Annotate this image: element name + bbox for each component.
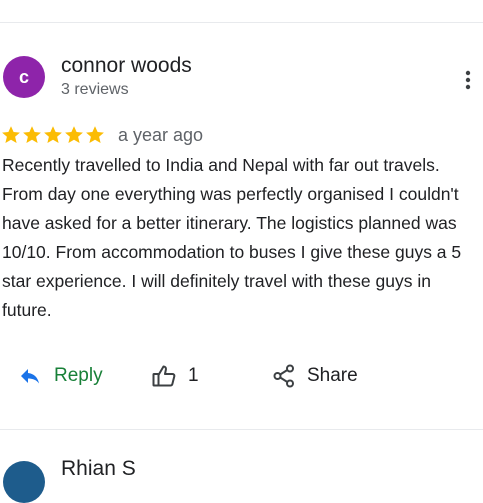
like-button[interactable]: 1 — [152, 360, 199, 392]
more-options-button[interactable] — [456, 66, 480, 94]
share-icon — [273, 364, 294, 388]
more-vert-icon — [465, 70, 471, 90]
star-icon — [86, 126, 104, 143]
like-count: 1 — [188, 365, 199, 386]
reviewer-review-count: 3 reviews — [61, 81, 129, 98]
stars — [1, 125, 106, 145]
review-text: Recently travelled to India and Nepal wi… — [2, 155, 462, 320]
next-reviewer-name[interactable]: Rhian S — [61, 457, 136, 481]
reviewer-name[interactable]: connor woods — [61, 54, 192, 78]
next-review-avatar[interactable] — [3, 461, 45, 503]
star-icon — [65, 126, 83, 143]
avatar[interactable]: c — [3, 56, 45, 98]
avatar-initial: c — [18, 66, 29, 87]
share-button[interactable]: Share — [273, 360, 358, 392]
reply-icon — [21, 369, 39, 384]
star-icon — [2, 126, 20, 143]
thumbs-up-icon — [152, 365, 176, 387]
review-date: a year ago — [118, 124, 204, 145]
star-icon — [44, 126, 62, 143]
star-icon — [23, 126, 41, 143]
share-label: Share — [307, 365, 358, 386]
bottom-divider — [0, 429, 483, 430]
top-divider — [0, 22, 483, 23]
reply-button[interactable]: Reply — [20, 360, 103, 392]
star-rating: a year ago — [1, 122, 203, 148]
reply-label: Reply — [54, 365, 103, 386]
